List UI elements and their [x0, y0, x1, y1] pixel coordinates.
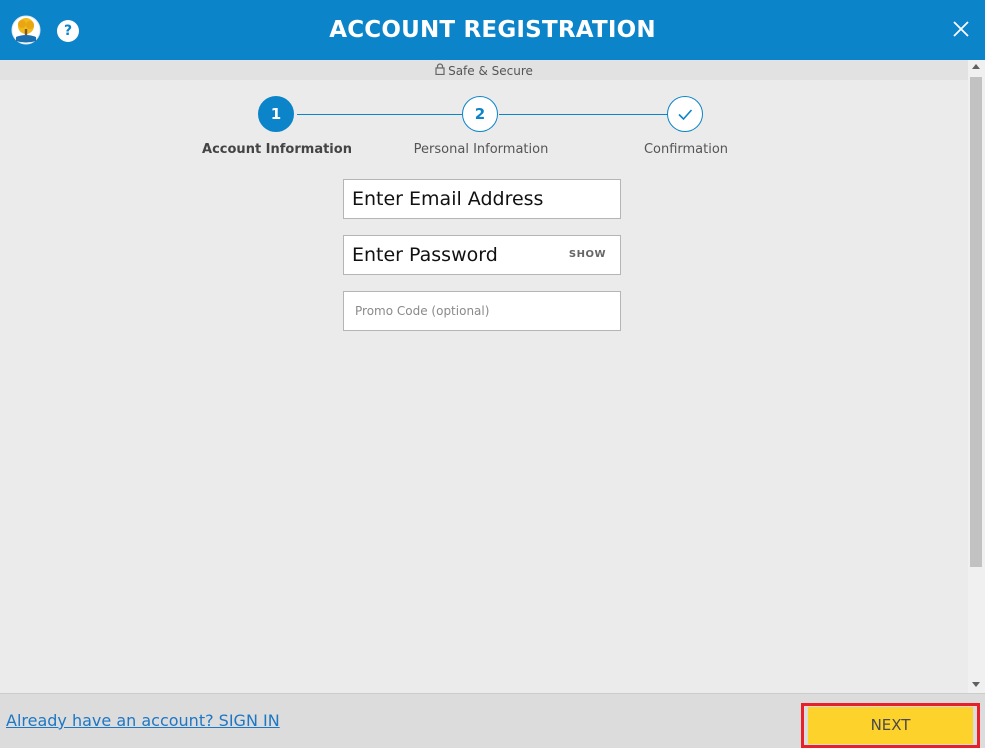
header-bar: ? ACCOUNT REGISTRATION	[0, 0, 985, 60]
footer-bar: Already have an account? SIGN IN NEXT	[0, 693, 985, 748]
step-3-label: Confirmation	[643, 142, 729, 157]
step-2-indicator: 2	[462, 96, 498, 132]
scroll-down-arrow-icon[interactable]	[972, 682, 980, 687]
sign-in-link[interactable]: Already have an account? SIGN IN	[6, 711, 280, 730]
step-connector	[297, 114, 462, 115]
scroll-up-arrow-icon[interactable]	[972, 64, 980, 69]
step-2-label: Personal Information	[413, 142, 549, 157]
email-field[interactable]: Enter Email Address	[343, 179, 621, 219]
password-field-value: Enter Password	[352, 244, 498, 266]
promo-code-placeholder: Promo Code (optional)	[355, 304, 490, 318]
vertical-scrollbar[interactable]	[968, 60, 985, 693]
page-title: ACCOUNT REGISTRATION	[329, 17, 656, 43]
show-password-button[interactable]: SHOW	[569, 236, 606, 274]
checkmark-icon	[678, 109, 693, 121]
secure-banner: Safe & Secure	[0, 60, 968, 80]
email-field-value: Enter Email Address	[352, 188, 544, 210]
step-1-label: Account Information	[202, 142, 352, 157]
lock-icon	[435, 60, 445, 82]
promo-code-field[interactable]: Promo Code (optional)	[343, 291, 621, 331]
step-connector	[499, 114, 668, 115]
next-button[interactable]: NEXT	[808, 707, 973, 744]
close-button[interactable]	[945, 12, 977, 46]
step-3-indicator	[667, 96, 703, 132]
password-field[interactable]: Enter Password SHOW	[343, 235, 621, 275]
close-icon	[953, 21, 969, 37]
scroll-thumb[interactable]	[970, 77, 982, 567]
secure-label: Safe & Secure	[448, 64, 533, 78]
step-1-indicator: 1	[258, 96, 294, 132]
